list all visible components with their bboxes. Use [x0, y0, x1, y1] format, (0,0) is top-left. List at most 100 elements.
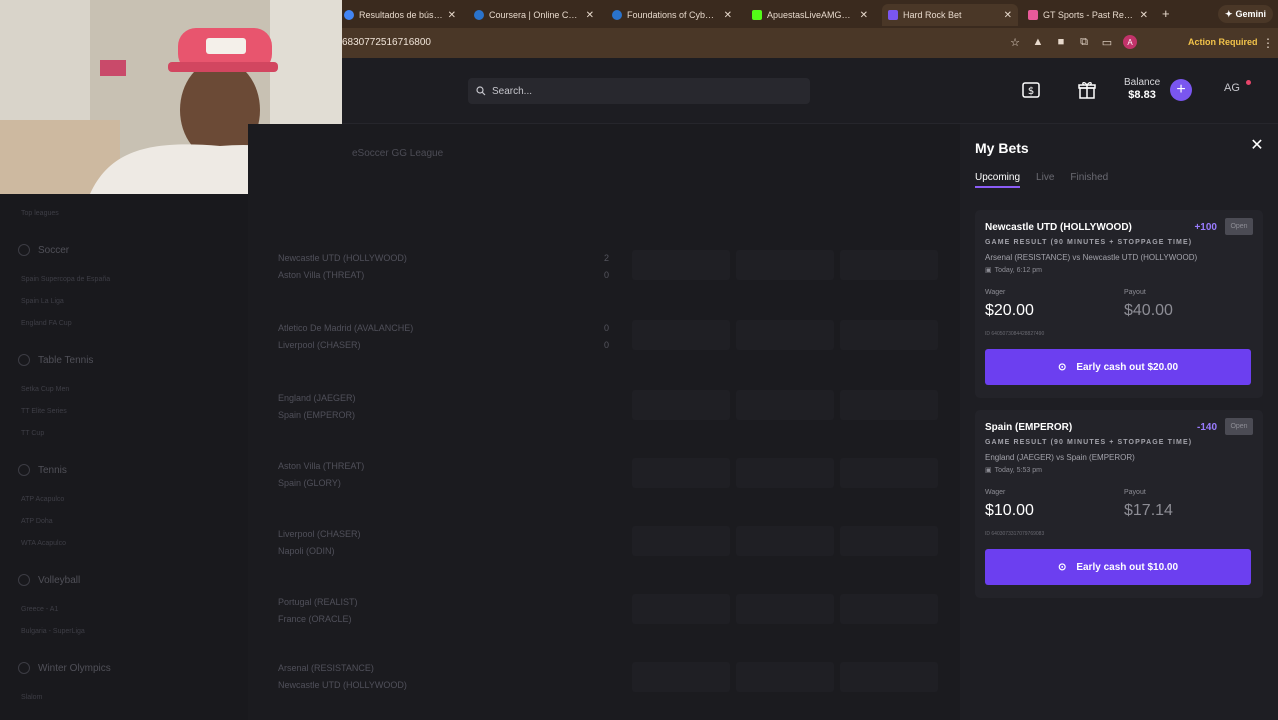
add-funds-button[interactable]: +: [1170, 79, 1192, 101]
sidebar-section-winter-olympics[interactable]: Winter Olympics: [18, 662, 111, 674]
home-score: 0: [604, 323, 610, 333]
profile-avatar[interactable]: A: [1123, 35, 1137, 49]
sidebar-section-volleyball[interactable]: Volleyball: [18, 574, 80, 586]
winter-olympics-icon: [18, 662, 30, 674]
match-row[interactable]: Liverpool (CHASER) Napoli (ODIN): [278, 526, 361, 560]
volleyball-icon: [18, 574, 30, 586]
bet-match: England (JAEGER) vs Spain (EMPEROR): [985, 453, 1135, 462]
sidebar-section-table-tennis[interactable]: Table Tennis: [18, 354, 93, 366]
bookmark-star-icon[interactable]: ☆: [1008, 35, 1022, 49]
search-box[interactable]: [468, 78, 810, 104]
bet-odds: -140: [1196, 422, 1217, 433]
address-bar-url[interactable]: 6830772516716800: [342, 37, 431, 48]
sidebar-item[interactable]: England FA Cup: [21, 320, 72, 327]
odds-button[interactable]: [736, 594, 834, 624]
sidebar-item[interactable]: ATP Acapulco: [21, 496, 64, 503]
favicon-icon: [474, 10, 484, 20]
browser-tab[interactable]: Foundations of Cybersecurity ✕: [606, 4, 738, 26]
early-cash-out-button[interactable]: ⊙ Early cash out $10.00: [985, 549, 1251, 585]
match-row[interactable]: Atletico De Madrid (AVALANCHE) Liverpool…: [278, 320, 413, 354]
sidebar-item[interactable]: TT Elite Series: [21, 408, 67, 415]
browser-menu-icon[interactable]: ⋮: [1262, 36, 1274, 50]
odds-button[interactable]: [632, 250, 730, 280]
tab-close-icon[interactable]: ✕: [1140, 10, 1148, 21]
match-row[interactable]: Portugal (REALIST) France (ORACLE): [278, 594, 358, 628]
cast-icon[interactable]: ▭: [1100, 35, 1114, 49]
tab-close-icon[interactable]: ✕: [1004, 10, 1012, 21]
odds-button[interactable]: [840, 662, 938, 692]
match-row[interactable]: Aston Villa (THREAT) Spain (GLORY): [278, 458, 364, 492]
sidebar-item[interactable]: Greece - A1: [21, 606, 58, 613]
calendar-icon: ▣: [985, 467, 992, 474]
odds-button[interactable]: [840, 390, 938, 420]
user-avatar[interactable]: AG: [1224, 82, 1240, 94]
odds-button[interactable]: [840, 458, 938, 488]
browser-tab[interactable]: ApuestasLiveAMG_USA ✕: [746, 4, 874, 26]
deposit-icon[interactable]: $: [1020, 79, 1042, 101]
sidebar-section-title: Soccer: [38, 244, 70, 256]
browser-tab-active[interactable]: Hard Rock Bet ✕: [882, 4, 1018, 26]
odds-button[interactable]: [736, 662, 834, 692]
extension-icon[interactable]: ▲: [1031, 35, 1045, 49]
tab-title: ApuestasLiveAMG_USA: [767, 10, 855, 20]
search-icon: [476, 86, 486, 96]
extensions-puzzle-icon[interactable]: ⧉: [1077, 35, 1091, 49]
tab-close-icon[interactable]: ✕: [724, 10, 732, 21]
bet-card: Spain (EMPEROR) -140 Open GAME RESULT (9…: [975, 410, 1263, 598]
close-icon[interactable]: ✕: [1248, 136, 1266, 154]
favicon-icon: [888, 10, 898, 20]
odds-button[interactable]: [840, 526, 938, 556]
odds-button[interactable]: [840, 320, 938, 350]
tab-close-icon[interactable]: ✕: [860, 10, 868, 21]
odds-button[interactable]: [736, 458, 834, 488]
tab-upcoming[interactable]: Upcoming: [975, 172, 1021, 188]
odds-button[interactable]: [736, 390, 834, 420]
odds-button[interactable]: [840, 250, 938, 280]
odds-button[interactable]: [632, 458, 730, 488]
sidebar-section-tennis[interactable]: Tennis: [18, 464, 67, 476]
sidebar-item[interactable]: TT Cup: [21, 430, 44, 437]
tab-close-icon[interactable]: ✕: [448, 10, 456, 21]
sidebar-item[interactable]: Bulgaria - SuperLiga: [21, 628, 85, 635]
match-row[interactable]: England (JAEGER) Spain (EMPEROR): [278, 390, 356, 424]
away-team: Liverpool (CHASER): [278, 340, 361, 350]
bet-id: ID 6405073084428827490: [985, 331, 1045, 337]
search-input[interactable]: [492, 85, 792, 97]
odds-button[interactable]: [632, 594, 730, 624]
odds-button[interactable]: [736, 250, 834, 280]
match-row[interactable]: Arsenal (RESISTANCE) Newcastle UTD (HOLL…: [278, 660, 407, 694]
bet-tabs: Upcoming Live Finished: [975, 172, 1108, 188]
table-tennis-icon: [18, 354, 30, 366]
odds-button[interactable]: [840, 594, 938, 624]
new-tab-button[interactable]: +: [1162, 6, 1170, 21]
early-cash-out-button[interactable]: ⊙ Early cash out $20.00: [985, 349, 1251, 385]
odds-button[interactable]: [632, 662, 730, 692]
odds-button[interactable]: [736, 320, 834, 350]
tab-live[interactable]: Live: [1036, 172, 1054, 188]
bet-card: Newcastle UTD (HOLLYWOOD) +100 Open GAME…: [975, 210, 1263, 398]
sidebar-item[interactable]: Spain Supercopa de España: [21, 276, 110, 283]
sidebar-item[interactable]: WTA Acapulco: [21, 540, 66, 547]
odds-button[interactable]: [632, 320, 730, 350]
sidebar-item[interactable]: Top leagues: [21, 210, 59, 217]
match-row[interactable]: Newcastle UTD (HOLLYWOOD) Aston Villa (T…: [278, 250, 407, 284]
action-required-button[interactable]: Action Required: [1188, 37, 1258, 47]
status-badge: Open: [1225, 218, 1253, 235]
sidebar-section-soccer[interactable]: Soccer: [18, 244, 69, 256]
browser-tab[interactable]: GT Sports - Past Results ✕: [1022, 4, 1154, 26]
browser-tab[interactable]: Coursera | Online Courses ✕: [468, 4, 600, 26]
odds-button[interactable]: [736, 526, 834, 556]
odds-button[interactable]: [632, 526, 730, 556]
sidebar-item[interactable]: Spain La Liga: [21, 298, 64, 305]
sidebar-item[interactable]: Slalom: [21, 694, 42, 701]
gift-icon[interactable]: [1076, 79, 1098, 101]
sidebar-item[interactable]: ATP Doha: [21, 518, 53, 525]
tab-finished[interactable]: Finished: [1070, 172, 1108, 188]
tab-close-icon[interactable]: ✕: [586, 10, 594, 21]
browser-tab[interactable]: Resultados de búsqueda ✕: [338, 4, 462, 26]
sidebar-item[interactable]: Setka Cup Men: [21, 386, 69, 393]
cash-out-icon: ⊙: [1057, 561, 1067, 573]
gemini-button[interactable]: ✦ Gemini: [1218, 5, 1274, 23]
odds-button[interactable]: [632, 390, 730, 420]
extension-icon[interactable]: ■: [1054, 35, 1068, 49]
